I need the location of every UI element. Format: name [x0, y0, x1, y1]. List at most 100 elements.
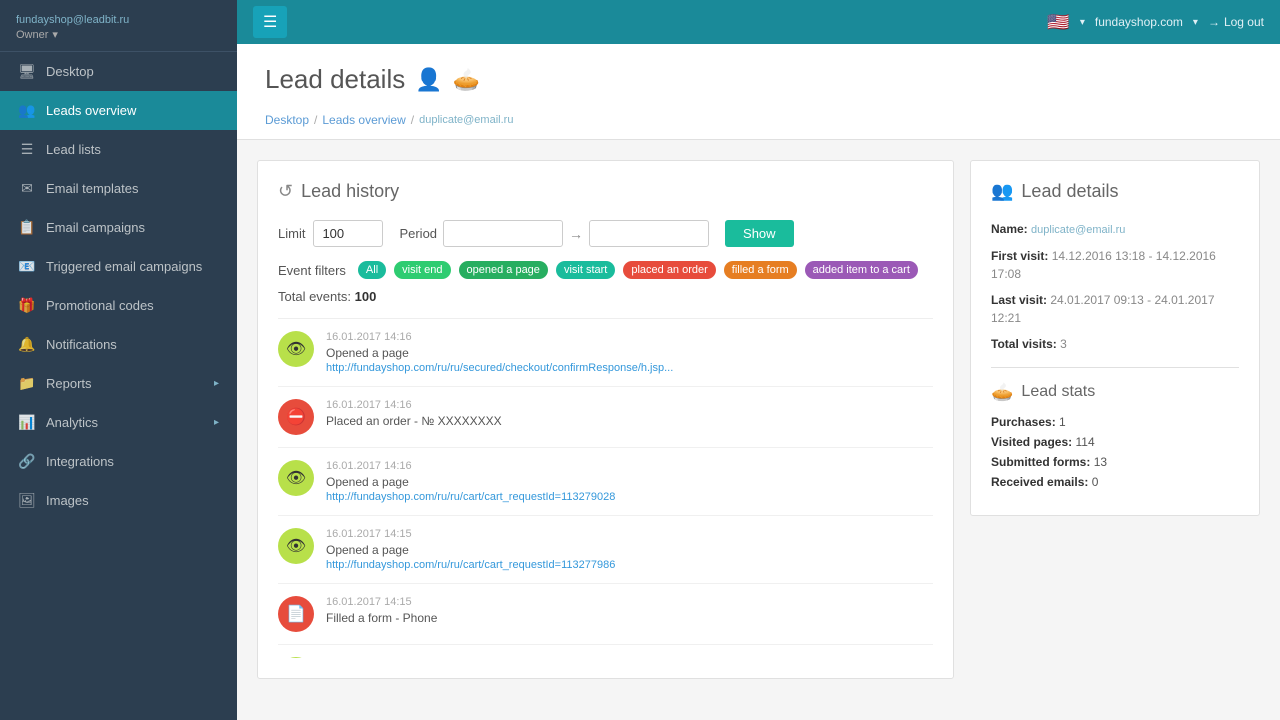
- period-label: Period: [399, 226, 437, 241]
- sidebar-item-email-templates[interactable]: ✉ Email templates: [0, 169, 237, 208]
- breadcrumb-desktop[interactable]: Desktop: [265, 113, 309, 127]
- stat-value: 1: [1059, 415, 1066, 429]
- event-item: 👁 16.01.2017 14:16 Opened a page http://…: [278, 448, 933, 516]
- event-content: 16.01.2017 14:15 Opened a page http://fu…: [326, 528, 933, 571]
- sidebar-item-leads-overview[interactable]: 👥 Leads overview: [0, 91, 237, 130]
- sidebar-item-promotional-codes[interactable]: 🎁 Promotional codes: [0, 286, 237, 325]
- stat-value: 13: [1094, 455, 1107, 469]
- event-desc: Opened a page http://fundayshop.com/ru/r…: [326, 543, 933, 571]
- sidebar-item-integrations[interactable]: 🔗 Integrations: [0, 442, 237, 481]
- filter-opened-page[interactable]: opened a page: [459, 261, 548, 279]
- event-filters-label: Event filters: [278, 263, 346, 278]
- sidebar-item-label: Lead lists: [46, 142, 101, 157]
- show-button[interactable]: Show: [725, 220, 794, 247]
- sidebar-item-triggered-email[interactable]: 📧 Triggered email campaigns: [0, 247, 237, 286]
- event-item: 📄 16.01.2017 14:15 Filled a form - Phone: [278, 584, 933, 645]
- sidebar-item-images[interactable]: 🖼 Images: [0, 481, 237, 520]
- page-header: Lead details 👤 🥧 Desktop / Leads overvie…: [237, 44, 1280, 140]
- sidebar-item-label: Leads overview: [46, 103, 136, 118]
- stat-row: Purchases: 1: [991, 415, 1239, 429]
- email-templates-icon: ✉: [18, 180, 36, 197]
- event-link[interactable]: http://fundayshop.com/ru/ru/cart/cart_re…: [326, 491, 615, 503]
- filter-placed-order[interactable]: placed an order: [623, 261, 715, 279]
- people-icon: 👥: [991, 181, 1013, 202]
- notifications-icon: 🔔: [18, 336, 36, 353]
- stat-row: Visited pages: 114: [991, 435, 1239, 449]
- sidebar-item-notifications[interactable]: 🔔 Notifications: [0, 325, 237, 364]
- email-campaigns-icon: 📋: [18, 219, 36, 236]
- arrow-icon: →: [569, 226, 583, 242]
- user-email: fundayshop@leadbit.ru: [16, 14, 221, 26]
- event-icon: 👁: [278, 331, 314, 367]
- event-item: 👁 16.01.2017 14:15 Opened a page http://…: [278, 645, 933, 658]
- sidebar-user: fundayshop@leadbit.ru Owner ▾: [0, 0, 237, 52]
- analytics-icon: 📊: [18, 414, 36, 431]
- event-desc: Opened a page http://fundayshop.com/ru/r…: [326, 346, 933, 374]
- filter-all[interactable]: All: [358, 261, 386, 279]
- logout-button[interactable]: → Log out: [1208, 15, 1264, 29]
- sidebar-item-label: Desktop: [46, 64, 94, 79]
- event-time: 16.01.2017 14:15: [326, 528, 933, 540]
- event-list: 👁 16.01.2017 14:16 Opened a page http://…: [278, 318, 933, 658]
- event-link[interactable]: http://fundayshop.com/ru/ru/secured/chec…: [326, 362, 673, 374]
- lead-lists-icon: ☰: [18, 141, 36, 158]
- event-icon: ⛔: [278, 399, 314, 435]
- event-desc: Opened a page http://fundayshop.com/ru/r…: [326, 475, 933, 503]
- stats-list: Purchases: 1 Visited pages: 114 Submitted …: [991, 415, 1239, 489]
- sidebar-item-desktop[interactable]: 🖥 Desktop: [0, 52, 237, 91]
- detail-first-visit: First visit: 14.12.2016 13:18 - 14.12.20…: [991, 247, 1239, 283]
- stat-label: Visited pages:: [991, 435, 1072, 449]
- period-end-input[interactable]: [589, 220, 709, 247]
- filter-visit-end[interactable]: visit end: [394, 261, 450, 279]
- limit-input[interactable]: [313, 220, 383, 247]
- event-item: 👁 16.01.2017 14:15 Opened a page http://…: [278, 516, 933, 584]
- history-icon: ↺: [278, 181, 293, 202]
- event-item: 👁 16.01.2017 14:16 Opened a page http://…: [278, 319, 933, 387]
- lead-history-panel: ↺ Lead history Limit Period → Sho: [257, 160, 954, 679]
- event-time: 16.01.2017 14:16: [326, 460, 933, 472]
- sidebar-item-email-campaigns[interactable]: 📋 Email campaigns: [0, 208, 237, 247]
- event-time: 16.01.2017 14:15: [326, 657, 933, 658]
- sidebar-item-label: Email campaigns: [46, 220, 145, 235]
- stat-label: Submitted forms:: [991, 455, 1090, 469]
- sidebar-item-label: Reports: [46, 376, 92, 391]
- topbar: ☰ 🇺🇸 ▾ fundayshop.com ▾ → Log out: [237, 0, 1280, 44]
- integrations-icon: 🔗: [18, 453, 36, 470]
- event-icon: 👁: [278, 657, 314, 658]
- menu-button[interactable]: ☰: [253, 6, 287, 38]
- divider: [991, 367, 1239, 368]
- sidebar-item-label: Images: [46, 493, 89, 508]
- sidebar-item-analytics[interactable]: 📊 Analytics ▸: [0, 403, 237, 442]
- event-time: 16.01.2017 14:16: [326, 331, 933, 343]
- chevron-right-icon: ▸: [214, 417, 219, 428]
- period-start-input[interactable]: [443, 220, 563, 247]
- lead-stats-title: 🥧 Lead stats: [991, 382, 1239, 403]
- stat-value: 0: [1092, 475, 1099, 489]
- event-link[interactable]: http://fundayshop.com/ru/ru/cart/cart_re…: [326, 559, 615, 571]
- stat-label: Received emails:: [991, 475, 1088, 489]
- promotional-codes-icon: 🎁: [18, 297, 36, 314]
- filters-row: Limit Period → Show: [278, 220, 933, 247]
- total-events: Total events: 100: [278, 289, 933, 304]
- filter-visit-start[interactable]: visit start: [556, 261, 615, 279]
- sidebar-item-lead-lists[interactable]: ☰ Lead lists: [0, 130, 237, 169]
- detail-last-visit: Last visit: 24.01.2017 09:13 - 24.01.201…: [991, 291, 1239, 327]
- limit-group: Limit: [278, 220, 383, 247]
- content-area: Lead details 👤 🥧 Desktop / Leads overvie…: [237, 44, 1280, 720]
- sidebar-item-reports[interactable]: 📁 Reports ▸: [0, 364, 237, 403]
- filter-added-cart[interactable]: added item to a cart: [805, 261, 918, 279]
- sidebar-item-label: Promotional codes: [46, 298, 154, 313]
- breadcrumb: Desktop / Leads overview / duplicate@ema…: [265, 105, 1252, 139]
- event-filters-row: Event filters All visit end opened a pag…: [278, 261, 933, 279]
- event-content: 16.01.2017 14:16 Placed an order - № XXX…: [326, 399, 933, 428]
- chevron-down-icon: ▾: [52, 28, 58, 41]
- page-title: Lead details 👤 🥧: [265, 64, 1252, 95]
- filter-filled-form[interactable]: filled a form: [724, 261, 797, 279]
- breadcrumb-leads-overview[interactable]: Leads overview: [322, 113, 405, 127]
- event-desc: Filled a form - Phone: [326, 611, 933, 625]
- topbar-domain: fundayshop.com: [1095, 15, 1183, 29]
- event-time: 16.01.2017 14:16: [326, 399, 933, 411]
- lead-details-title: 👥 Lead details: [991, 181, 1239, 202]
- detail-name: Name: duplicate@email.ru: [991, 220, 1239, 239]
- leads-overview-icon: 👥: [18, 102, 36, 119]
